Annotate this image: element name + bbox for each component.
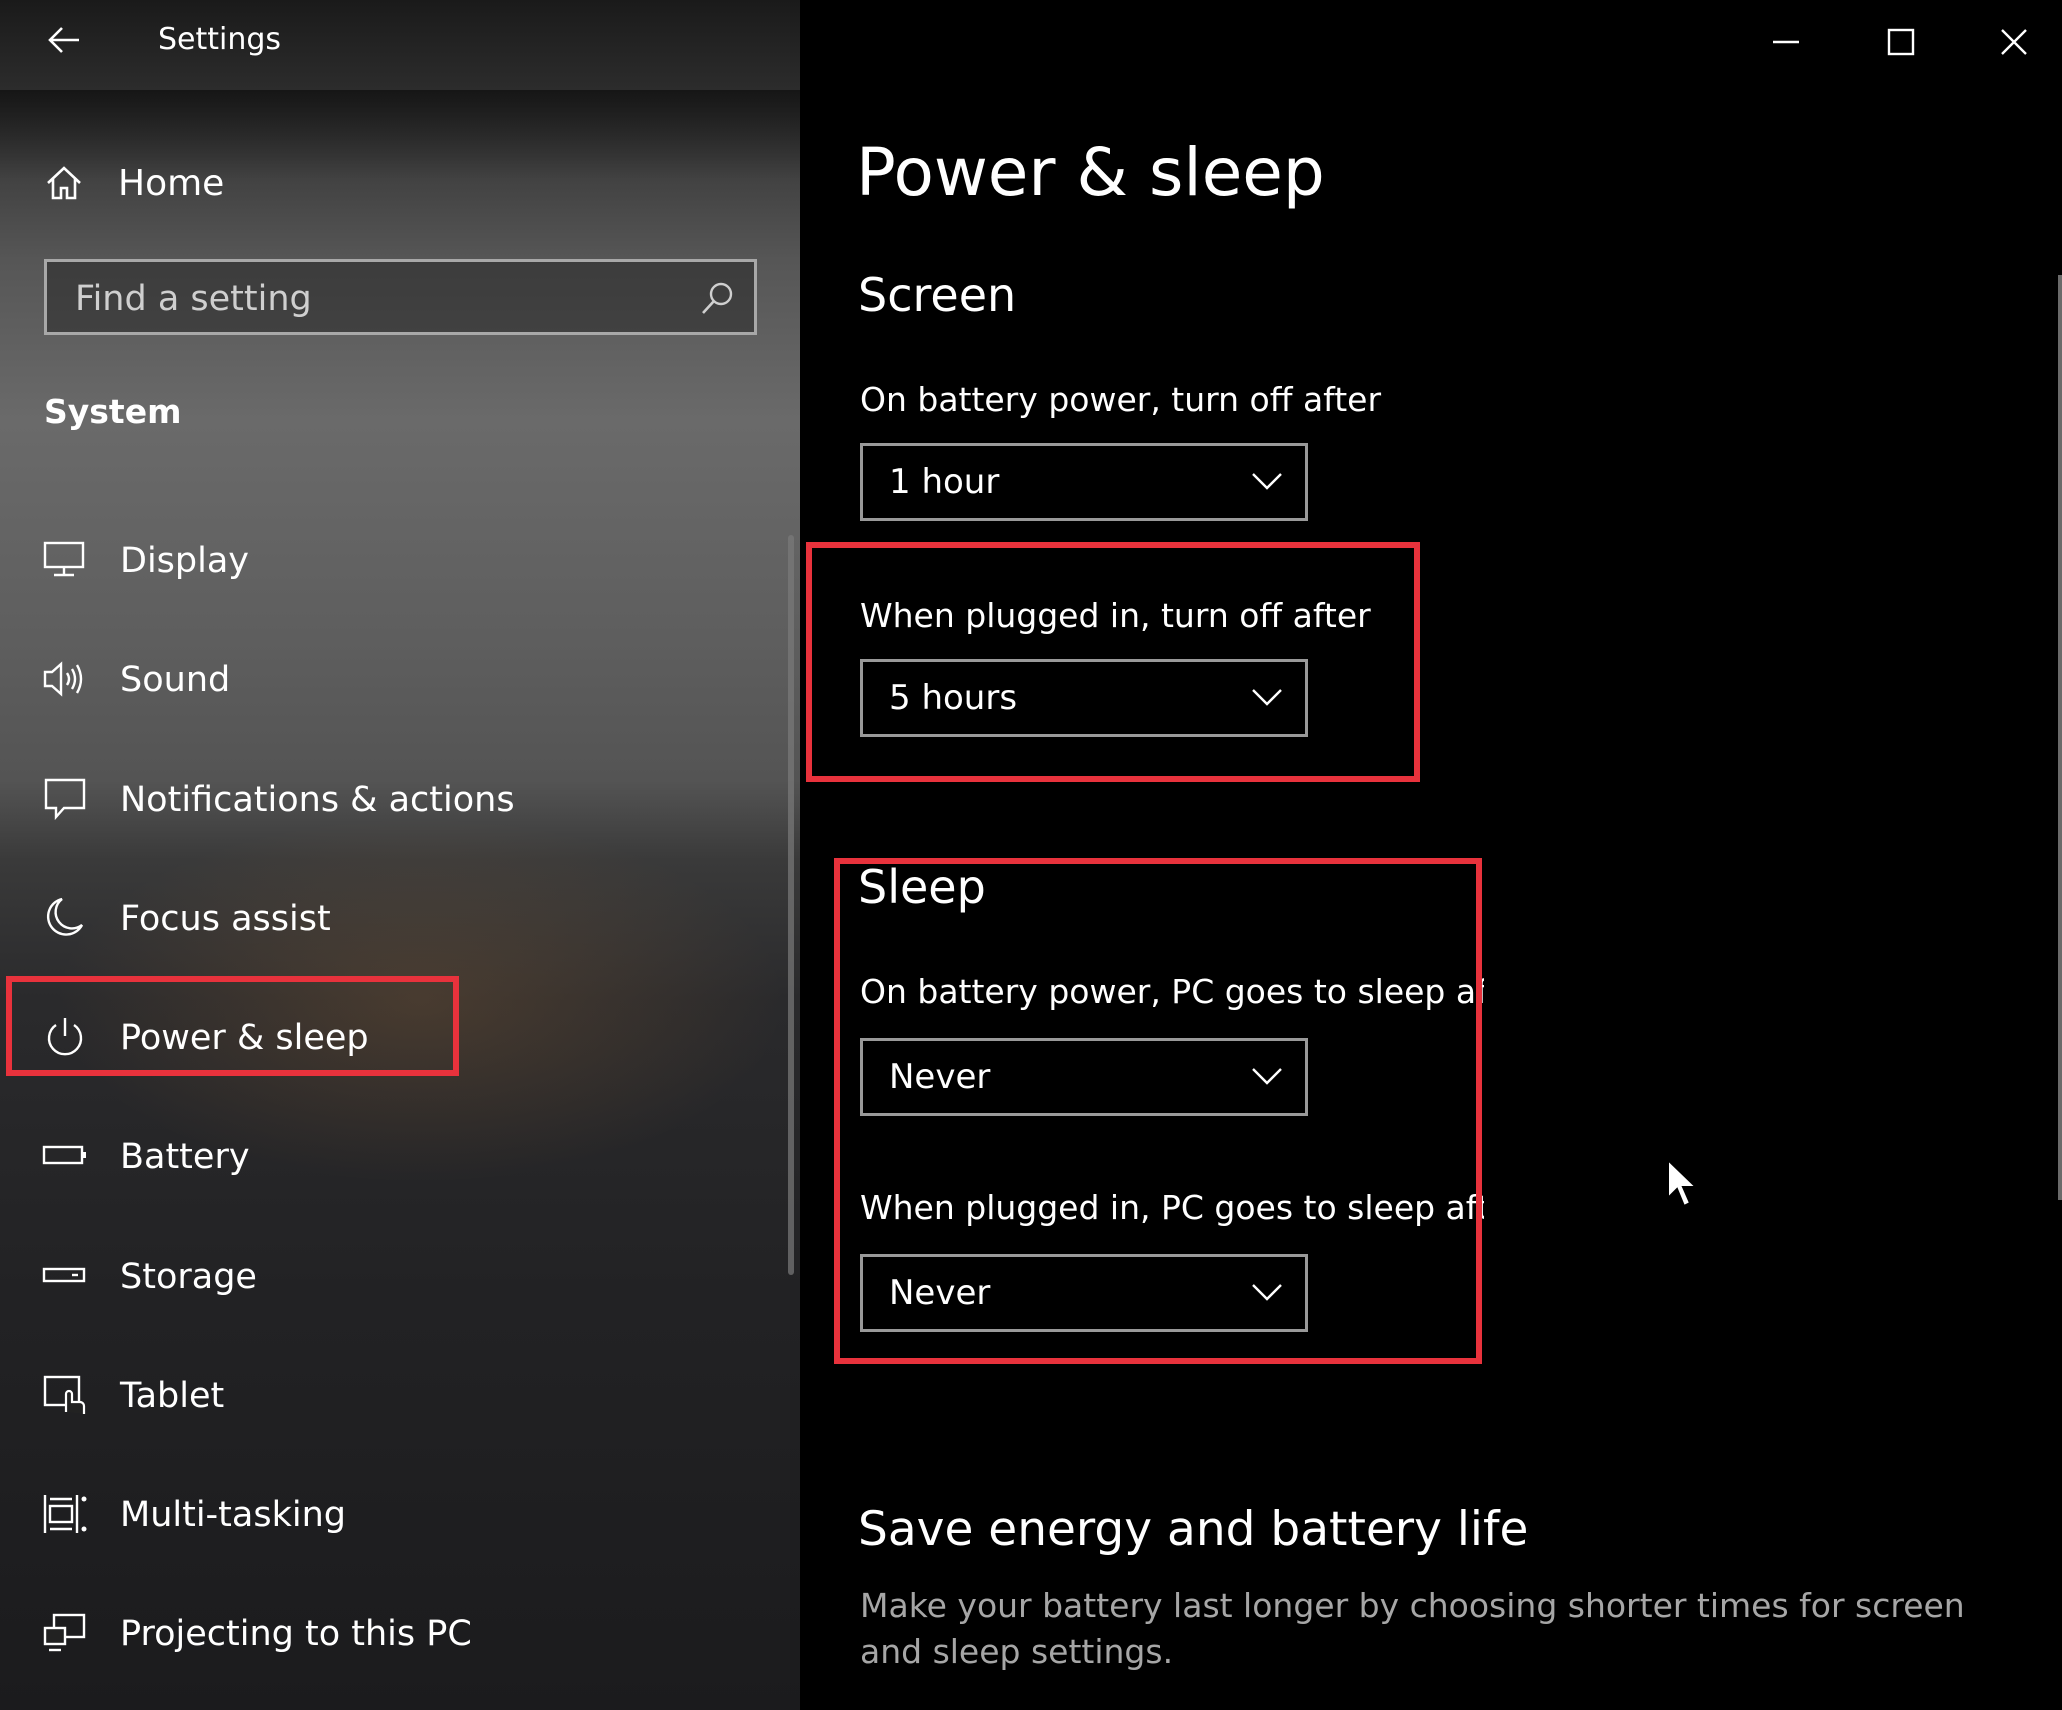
page-title: Power & sleep (856, 134, 1325, 211)
screen-battery-dropdown[interactable]: 1 hour (860, 443, 1308, 521)
multitasking-icon (43, 1495, 87, 1533)
maximize-icon (1887, 28, 1915, 56)
sidebar-item-label: Battery (120, 1137, 250, 1177)
highlight-box-sleep (834, 858, 1482, 1364)
projecting-icon (43, 1613, 86, 1652)
highlight-box-screen-plugged (806, 542, 1420, 782)
sidebar-item-label: Notifications & actions (120, 780, 515, 820)
back-button[interactable] (44, 20, 84, 60)
home-icon (47, 166, 81, 200)
minimize-icon (1773, 40, 1799, 44)
screen-battery-label: On battery power, turn off after (860, 380, 1382, 419)
sidebar-item-focus-assist[interactable]: Focus assist (0, 873, 800, 965)
section-heading-screen: Screen (858, 268, 1017, 322)
section-heading-save-energy: Save energy and battery life (858, 1502, 1529, 1557)
sidebar-item-battery[interactable]: Battery (0, 1111, 800, 1203)
sidebar-item-notifications[interactable]: Notifications & actions (0, 754, 800, 846)
moon-icon (46, 897, 84, 936)
storage-icon (42, 1267, 86, 1283)
sidebar-scrollbar[interactable] (788, 535, 794, 1275)
speaker-icon (43, 661, 83, 697)
sidebar: Settings Home System Display Sound (0, 0, 800, 1710)
sidebar-item-sound[interactable]: Sound (0, 634, 800, 726)
highlight-box-power-sleep (6, 976, 459, 1076)
sidebar-item-multitasking[interactable]: Multi-tasking (0, 1469, 800, 1561)
notification-icon (44, 778, 86, 821)
sidebar-item-label: Focus assist (120, 899, 331, 939)
close-button[interactable] (1974, 14, 2054, 70)
main-content: Power & sleep Screen On battery power, t… (800, 0, 2062, 1710)
sidebar-item-label: Storage (120, 1257, 257, 1297)
display-icon (43, 541, 85, 577)
chevron-down-icon (1252, 473, 1282, 490)
sidebar-item-label: Display (120, 541, 250, 581)
save-energy-description: Make your battery last longer by choosin… (860, 1586, 1965, 1671)
sidebar-item-label: Multi-tasking (120, 1495, 346, 1535)
battery-icon (42, 1145, 86, 1165)
home-label: Home (118, 162, 225, 204)
sidebar-item-label: Projecting to this PC (120, 1614, 472, 1654)
app-title: Settings (158, 22, 282, 57)
search-icon[interactable] (700, 280, 736, 316)
close-icon (2001, 29, 2027, 55)
back-arrow-icon (48, 27, 79, 53)
sidebar-item-display[interactable]: Display (0, 515, 800, 607)
mouse-cursor-icon (1667, 1158, 1699, 1208)
search-box[interactable] (44, 259, 757, 335)
sidebar-item-tablet[interactable]: Tablet (0, 1350, 800, 1442)
dropdown-value: 1 hour (889, 462, 1000, 502)
tablet-icon (43, 1375, 86, 1414)
main-scrollbar[interactable] (2058, 275, 2062, 1200)
section-label-system: System (44, 392, 182, 431)
minimize-button[interactable] (1746, 14, 1826, 70)
home-link[interactable]: Home (44, 158, 224, 208)
sidebar-item-label: Sound (120, 660, 231, 700)
sidebar-item-label: Tablet (120, 1376, 225, 1416)
maximize-button[interactable] (1861, 14, 1941, 70)
sidebar-item-storage[interactable]: Storage (0, 1231, 800, 1323)
sidebar-item-projecting[interactable]: Projecting to this PC (0, 1588, 800, 1680)
search-input[interactable] (73, 274, 677, 324)
